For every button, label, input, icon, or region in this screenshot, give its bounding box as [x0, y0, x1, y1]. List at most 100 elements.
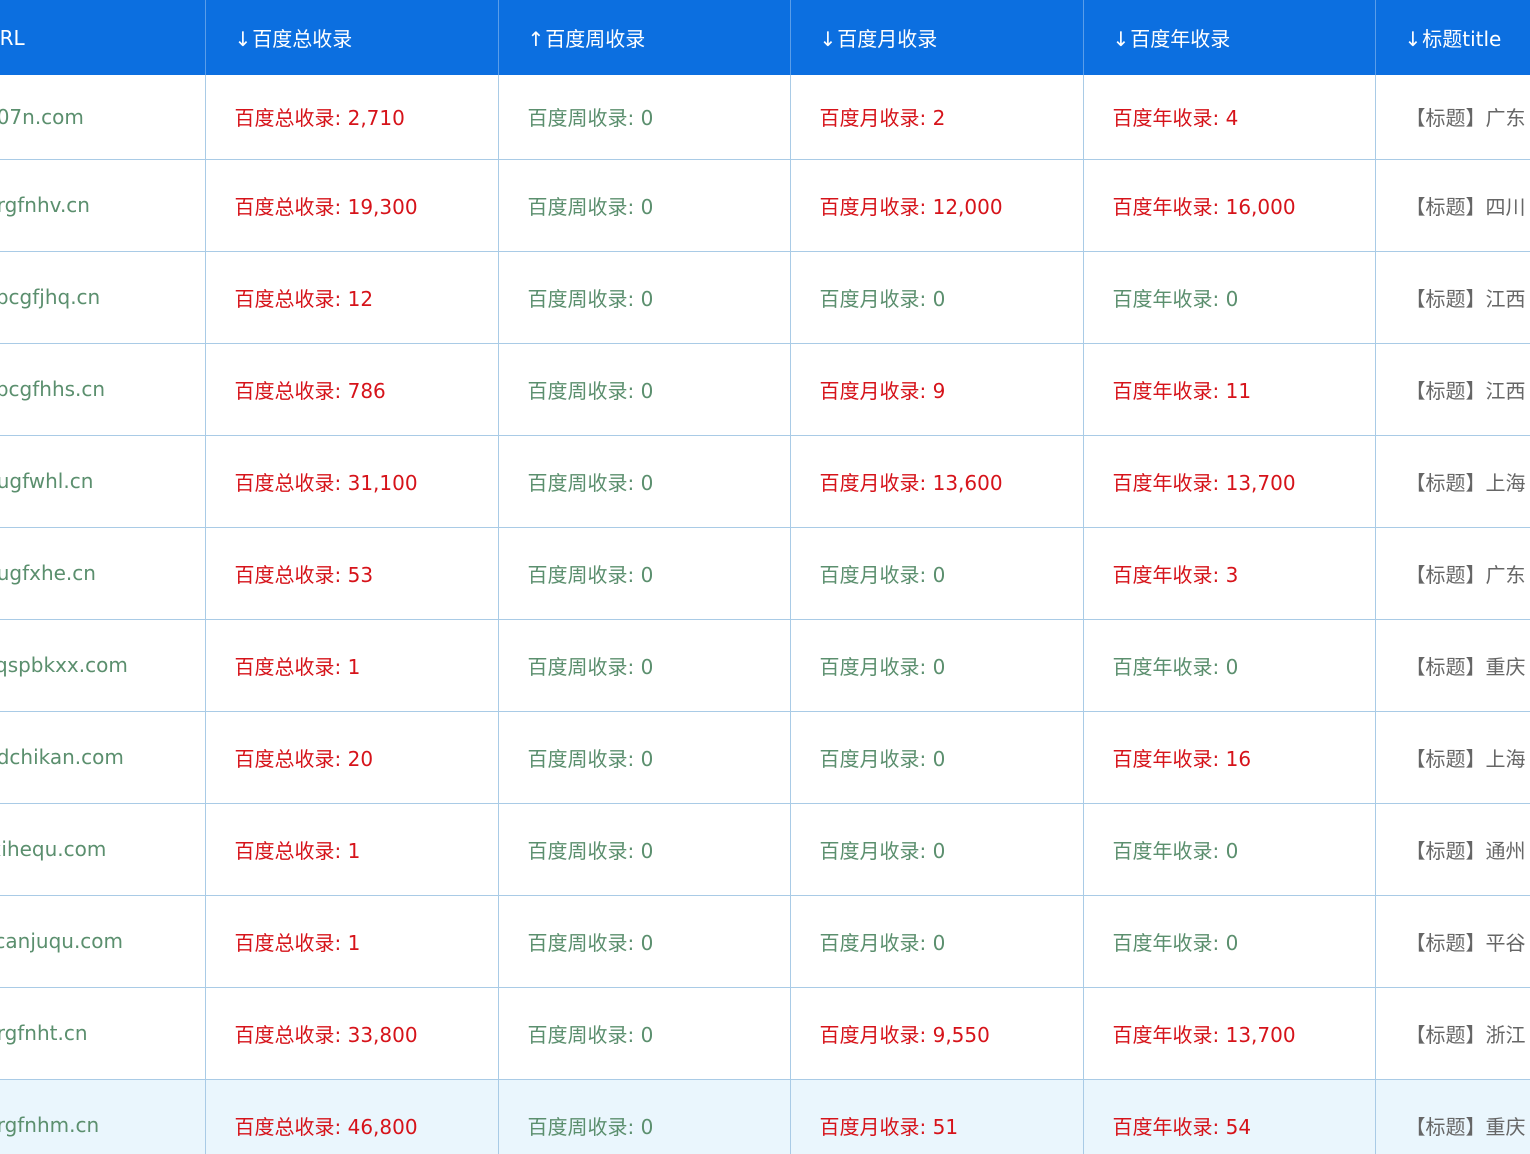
baidu-total-cell: 百度总收录: 31,100	[205, 435, 499, 528]
column-header-baidu-year[interactable]: ↓百度年收录	[1083, 0, 1376, 75]
column-header-baidu-week[interactable]: ↑百度周收录	[498, 0, 791, 75]
baidu-total-cell: 百度总收录: 20	[205, 711, 499, 804]
title-cell: 【标题】上海	[1375, 435, 1530, 528]
table-row: scanjuqu.com 百度总收录: 1 百度周收录: 0 百度月收录: 0 …	[0, 895, 1530, 988]
baidu-month-cell: 百度月收录: 0	[790, 619, 1084, 712]
sort-arrow-icon: ↓	[1112, 27, 1130, 51]
table-row: xbcgfhhs.cn 百度总收录: 786 百度周收录: 0 百度月收录: 9…	[0, 343, 1530, 436]
title-cell: 【标题】平谷	[1375, 895, 1530, 988]
title-cell: 【标题】四川	[1375, 159, 1530, 252]
baidu-week-cell: 百度周收录: 0	[498, 1079, 791, 1154]
column-header-label: URL	[0, 25, 25, 50]
table-header-row: URL ↓百度总收录 ↑百度周收录 ↓百度月收录 ↓百度年收录 ↓标题title	[0, 0, 1530, 75]
title-cell: 【标题】重庆	[1375, 1079, 1530, 1154]
baidu-week-cell: 百度周收录: 0	[498, 527, 791, 620]
baidu-total-cell: 百度总收录: 1	[205, 895, 499, 988]
title-cell: 【标题】江西	[1375, 251, 1530, 344]
baidu-week-cell: 百度周收录: 0	[498, 159, 791, 252]
baidu-month-cell: 百度月收录: 0	[790, 803, 1084, 896]
column-header-label: 标题title	[1422, 27, 1502, 51]
url-cell[interactable]: xbcgfhhs.cn	[0, 343, 206, 436]
title-cell: 【标题】通州	[1375, 803, 1530, 896]
url-cell[interactable]: bugfxhe.cn	[0, 527, 206, 620]
table-row: xbcgfjhq.cn 百度总收录: 12 百度周收录: 0 百度月收录: 0 …	[0, 251, 1530, 344]
sort-arrow-icon: ↑	[527, 27, 545, 51]
baidu-year-cell: 百度年收录: 16	[1083, 711, 1376, 804]
url-cell[interactable]: cqspbkxx.com	[0, 619, 206, 712]
baidu-year-cell: 百度年收录: 13,700	[1083, 987, 1376, 1080]
baidu-total-cell: 百度总收录: 46,800	[205, 1079, 499, 1154]
baidu-year-cell: 百度年收录: 54	[1083, 1079, 1376, 1154]
seo-index-table: URL ↓百度总收录 ↑百度周收录 ↓百度月收录 ↓百度年收录 ↓标题title…	[0, 0, 1530, 1154]
column-header-baidu-month[interactable]: ↓百度月收录	[790, 0, 1084, 75]
table-row: bugfwhl.cn 百度总收录: 31,100 百度周收录: 0 百度月收录:…	[0, 435, 1530, 528]
title-cell: 【标题】浙江	[1375, 987, 1530, 1080]
url-cell[interactable]: q07n.com	[0, 75, 206, 160]
baidu-week-cell: 百度周收录: 0	[498, 803, 791, 896]
column-header-label: 百度月收录	[837, 27, 938, 51]
column-header-label: 百度总收录	[252, 27, 353, 51]
baidu-total-cell: 百度总收录: 1	[205, 803, 499, 896]
baidu-year-cell: 百度年收录: 11	[1083, 343, 1376, 436]
baidu-total-cell: 百度总收录: 33,800	[205, 987, 499, 1080]
baidu-month-cell: 百度月收录: 0	[790, 711, 1084, 804]
baidu-year-cell: 百度年收录: 16,000	[1083, 159, 1376, 252]
baidu-month-cell: 百度月收录: 13,600	[790, 435, 1084, 528]
baidu-week-cell: 百度周收录: 0	[498, 895, 791, 988]
sort-arrow-icon: ↓	[234, 27, 252, 51]
title-cell: 【标题】广东	[1375, 75, 1530, 160]
title-cell: 【标题】江西	[1375, 343, 1530, 436]
baidu-year-cell: 百度年收录: 4	[1083, 75, 1376, 160]
column-header-title[interactable]: ↓标题title	[1375, 0, 1530, 75]
table-row: cqspbkxx.com 百度总收录: 1 百度周收录: 0 百度月收录: 0 …	[0, 619, 1530, 712]
baidu-month-cell: 百度月收录: 0	[790, 895, 1084, 988]
column-header-url[interactable]: URL	[0, 0, 206, 75]
baidu-month-cell: 百度月收录: 2	[790, 75, 1084, 160]
column-header-label: 百度周收录	[545, 27, 646, 51]
sort-arrow-icon: ↓	[819, 27, 837, 51]
table-row: lxihequ.com 百度总收录: 1 百度周收录: 0 百度月收录: 0 百…	[0, 803, 1530, 896]
baidu-month-cell: 百度月收录: 51	[790, 1079, 1084, 1154]
url-cell[interactable]: brgfnht.cn	[0, 987, 206, 1080]
url-cell[interactable]: brgfnhv.cn	[0, 159, 206, 252]
baidu-month-cell: 百度月收录: 12,000	[790, 159, 1084, 252]
table-row: bugfxhe.cn 百度总收录: 53 百度周收录: 0 百度月收录: 0 百…	[0, 527, 1530, 620]
baidu-total-cell: 百度总收录: 53	[205, 527, 499, 620]
url-cell[interactable]: lxihequ.com	[0, 803, 206, 896]
baidu-total-cell: 百度总收录: 12	[205, 251, 499, 344]
baidu-year-cell: 百度年收录: 0	[1083, 803, 1376, 896]
baidu-month-cell: 百度月收录: 9,550	[790, 987, 1084, 1080]
table-row: brgfnhv.cn 百度总收录: 19,300 百度周收录: 0 百度月收录:…	[0, 159, 1530, 252]
table-viewport: URL ↓百度总收录 ↑百度周收录 ↓百度月收录 ↓百度年收录 ↓标题title…	[0, 0, 1530, 1154]
baidu-total-cell: 百度总收录: 1	[205, 619, 499, 712]
table-row: q07n.com 百度总收录: 2,710 百度周收录: 0 百度月收录: 2 …	[0, 75, 1530, 160]
title-cell: 【标题】上海	[1375, 711, 1530, 804]
baidu-year-cell: 百度年收录: 0	[1083, 251, 1376, 344]
baidu-week-cell: 百度周收录: 0	[498, 75, 791, 160]
baidu-week-cell: 百度周收录: 0	[498, 251, 791, 344]
baidu-year-cell: 百度年收录: 0	[1083, 619, 1376, 712]
table-row: brgfnht.cn 百度总收录: 33,800 百度周收录: 0 百度月收录:…	[0, 987, 1530, 1080]
column-header-label: 百度年收录	[1130, 27, 1231, 51]
baidu-week-cell: 百度周收录: 0	[498, 711, 791, 804]
baidu-week-cell: 百度周收录: 0	[498, 987, 791, 1080]
baidu-month-cell: 百度月收录: 0	[790, 251, 1084, 344]
baidu-week-cell: 百度周收录: 0	[498, 435, 791, 528]
baidu-week-cell: 百度周收录: 0	[498, 619, 791, 712]
sort-arrow-icon: ↓	[1404, 27, 1422, 51]
baidu-total-cell: 百度总收录: 19,300	[205, 159, 499, 252]
table-row: gdchikan.com 百度总收录: 20 百度周收录: 0 百度月收录: 0…	[0, 711, 1530, 804]
column-header-baidu-total[interactable]: ↓百度总收录	[205, 0, 499, 75]
table-row-hovered: brgfnhm.cn 百度总收录: 46,800 百度周收录: 0 百度月收录:…	[0, 1079, 1530, 1154]
url-cell[interactable]: bugfwhl.cn	[0, 435, 206, 528]
baidu-month-cell: 百度月收录: 0	[790, 527, 1084, 620]
url-cell[interactable]: xbcgfjhq.cn	[0, 251, 206, 344]
baidu-year-cell: 百度年收录: 0	[1083, 895, 1376, 988]
baidu-year-cell: 百度年收录: 13,700	[1083, 435, 1376, 528]
title-cell: 【标题】广东	[1375, 527, 1530, 620]
url-cell[interactable]: scanjuqu.com	[0, 895, 206, 988]
title-cell: 【标题】重庆	[1375, 619, 1530, 712]
url-cell[interactable]: brgfnhm.cn	[0, 1079, 206, 1154]
baidu-week-cell: 百度周收录: 0	[498, 343, 791, 436]
url-cell[interactable]: gdchikan.com	[0, 711, 206, 804]
